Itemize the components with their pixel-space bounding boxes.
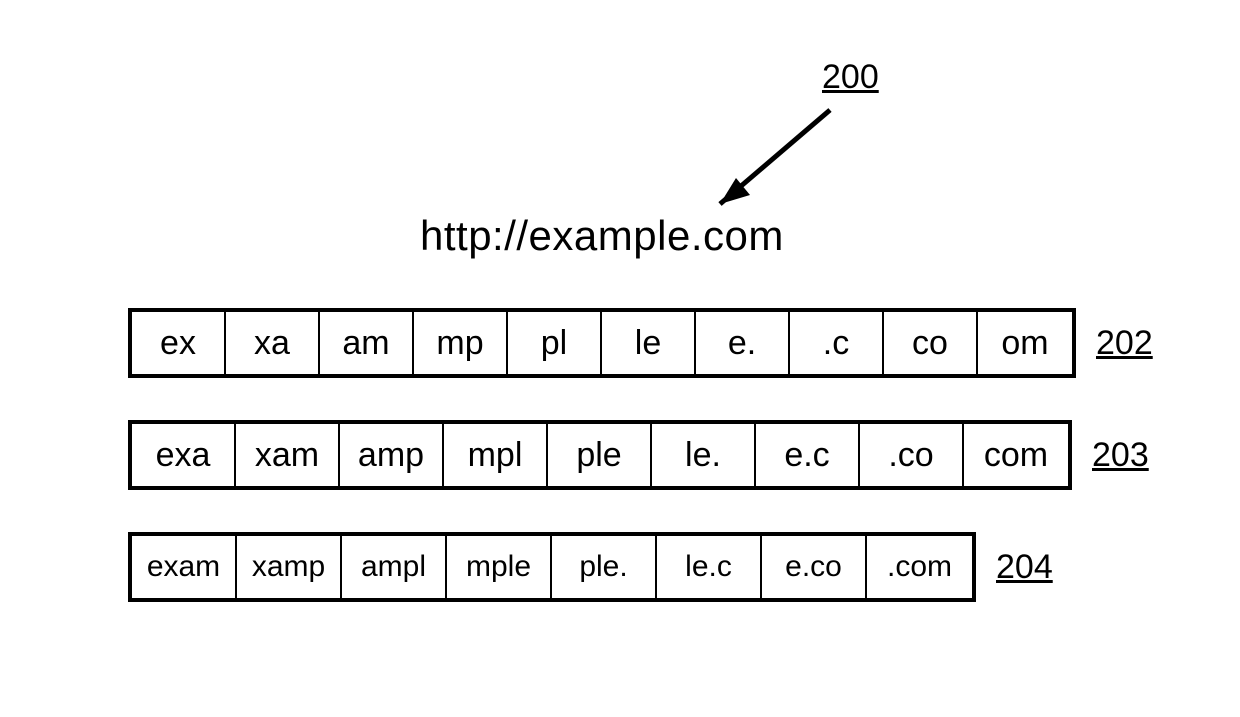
ngram-cell: e. bbox=[696, 312, 790, 374]
ngram-cell: pl bbox=[508, 312, 602, 374]
ngram-cell: .co bbox=[860, 424, 964, 486]
ngram-cell: om bbox=[978, 312, 1072, 374]
figure-number-label: 200 bbox=[822, 58, 879, 97]
ngram-row-wrap: exaxamampmplplele.e.c.cocom 203 bbox=[128, 420, 1149, 490]
url-text: http://example.com bbox=[420, 212, 784, 260]
diagram-canvas: { "figure_label": "200", "url_text": "ht… bbox=[0, 0, 1240, 717]
ngram-cell: co bbox=[884, 312, 978, 374]
ngram-cell: .c bbox=[790, 312, 884, 374]
ngram-cell: mpl bbox=[444, 424, 548, 486]
ngram-cell: le.c bbox=[657, 536, 762, 598]
ngram-cell: xam bbox=[236, 424, 340, 486]
ngram-cell: .com bbox=[867, 536, 972, 598]
ngram-cell: com bbox=[964, 424, 1068, 486]
ngram-cell: le. bbox=[652, 424, 756, 486]
ngram-cell: xa bbox=[226, 312, 320, 374]
ngram-row: exxaammppllee..ccoom bbox=[128, 308, 1076, 378]
row-reference-label: 203 bbox=[1092, 436, 1149, 475]
ngram-row-wrap: examxampamplmpleple.le.ce.co.com 204 bbox=[128, 532, 1053, 602]
ngram-row: exaxamampmplplele.e.c.cocom bbox=[128, 420, 1072, 490]
ngram-cell: le bbox=[602, 312, 696, 374]
ngram-cell: am bbox=[320, 312, 414, 374]
ngram-cell: exa bbox=[132, 424, 236, 486]
ngram-cell: amp bbox=[340, 424, 444, 486]
ngram-cell: mp bbox=[414, 312, 508, 374]
ngram-cell: xamp bbox=[237, 536, 342, 598]
ngram-cell: exam bbox=[132, 536, 237, 598]
row-reference-label: 202 bbox=[1096, 324, 1153, 363]
ngram-cell: ex bbox=[132, 312, 226, 374]
ngram-row-wrap: exxaammppllee..ccoom 202 bbox=[128, 308, 1153, 378]
row-reference-label: 204 bbox=[996, 548, 1053, 587]
ngram-row: examxampamplmpleple.le.ce.co.com bbox=[128, 532, 976, 602]
ngram-cell: e.co bbox=[762, 536, 867, 598]
ngram-cell: ple. bbox=[552, 536, 657, 598]
ngram-cell: mple bbox=[447, 536, 552, 598]
ngram-cell: ple bbox=[548, 424, 652, 486]
ngram-cell: e.c bbox=[756, 424, 860, 486]
ngram-cell: ampl bbox=[342, 536, 447, 598]
